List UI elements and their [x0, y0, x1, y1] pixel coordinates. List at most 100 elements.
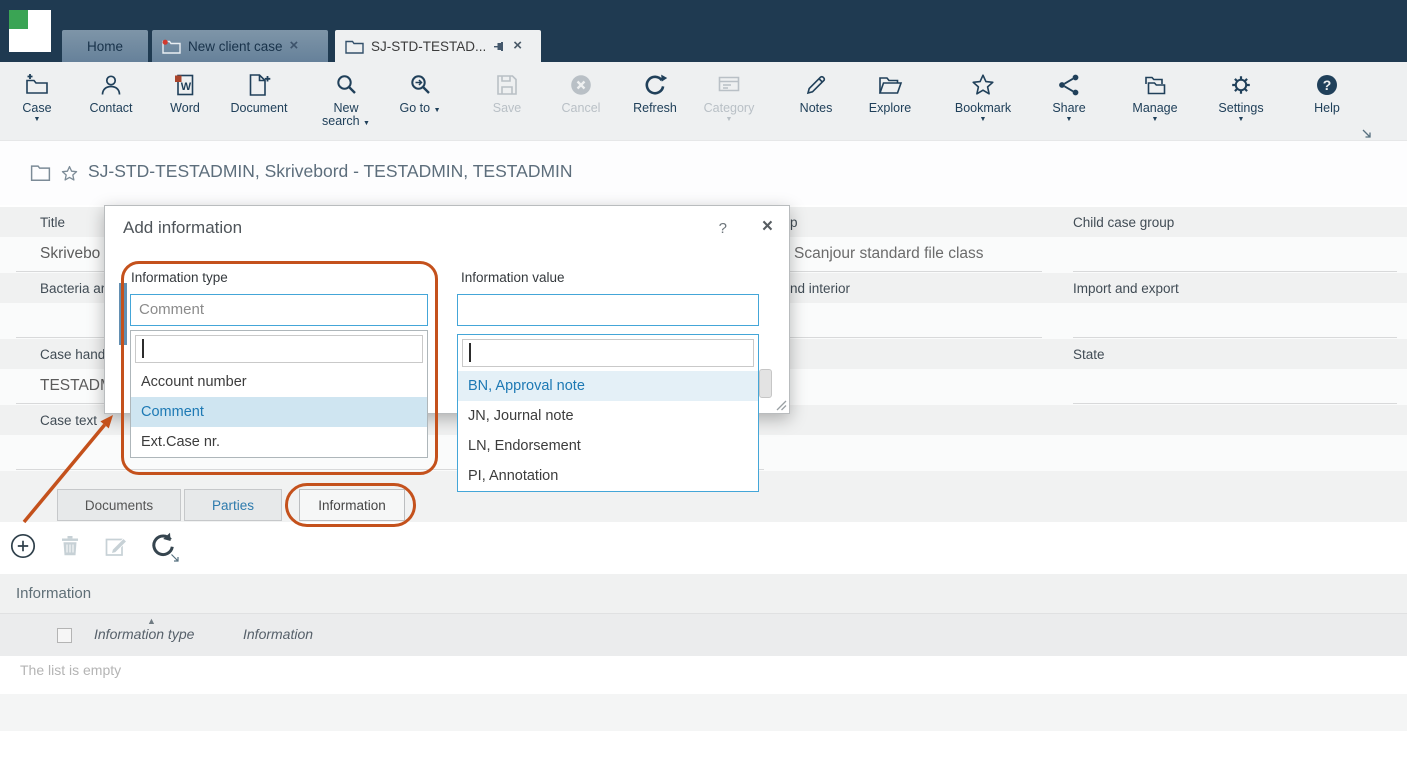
field-label-case-group: p	[790, 207, 798, 237]
ribbon-label: Refresh	[633, 102, 677, 115]
ribbon-button-category: Category ▼	[692, 71, 766, 124]
ribbon-label: Go to	[400, 101, 431, 115]
ribbon-label: Share	[1052, 102, 1085, 115]
ribbon-button-explore[interactable]: Explore	[853, 71, 927, 115]
chevron-down-icon: ▼	[363, 120, 370, 127]
ribbon-button-new-search[interactable]: New search ▼	[309, 71, 383, 130]
tab-home[interactable]: Home	[62, 30, 148, 62]
open-folder-icon	[877, 71, 903, 98]
dropdown-option-ext-case-nr[interactable]: Ext.Case nr.	[131, 427, 427, 457]
ribbon-button-refresh[interactable]: Refresh	[618, 71, 692, 115]
ribbon-button-share[interactable]: Share ▼	[1026, 71, 1112, 124]
tab-documents[interactable]: Documents	[57, 489, 181, 521]
ribbon-label: Word	[170, 102, 200, 115]
add-information-button[interactable]	[9, 532, 37, 560]
column-header-information[interactable]: Information	[243, 626, 313, 642]
information-type-combobox[interactable]: Comment	[130, 294, 428, 326]
favorite-star-icon[interactable]	[60, 165, 79, 183]
tab-information[interactable]: Information	[299, 489, 405, 521]
ribbon-label: Cancel	[562, 102, 601, 115]
tab-label: Information	[318, 498, 386, 513]
close-icon[interactable]: ×	[762, 216, 773, 238]
dropdown-option-comment[interactable]: Comment	[131, 397, 427, 427]
dropdown-option-bn-approval-note[interactable]: BN, Approval note	[458, 371, 758, 401]
pin-icon[interactable]	[493, 40, 506, 53]
text-cursor	[469, 343, 471, 362]
ribbon-button-notes[interactable]: Notes	[779, 71, 853, 115]
select-all-checkbox[interactable]	[57, 628, 72, 643]
dropdown-option-account-number[interactable]: Account number	[131, 367, 427, 397]
chevron-down-icon: ▼	[1152, 116, 1159, 124]
ribbon-label: Manage	[1132, 102, 1177, 115]
information-section-header: Information	[0, 574, 1407, 613]
svg-text:?: ?	[1323, 77, 1332, 93]
category-icon	[716, 71, 742, 98]
dropdown-search-input[interactable]	[462, 339, 754, 367]
field-value-case-handler[interactable]: TESTADM	[40, 369, 113, 405]
information-value-combobox[interactable]	[457, 294, 759, 326]
field-value-title[interactable]: Skrivebo	[40, 237, 100, 273]
information-value-dropdown: BN, Approval note JN, Journal note LN, E…	[457, 334, 759, 492]
column-header-information-type[interactable]: Information type	[94, 626, 194, 642]
information-type-dropdown: Account number Comment Ext.Case nr.	[130, 330, 428, 458]
dropdown-option-ln-endorsement[interactable]: LN, Endorsement	[458, 431, 758, 461]
ribbon-button-manage[interactable]: Manage ▼	[1112, 71, 1198, 124]
dropdown-option-jn-journal-note[interactable]: JN, Journal note	[458, 401, 758, 431]
field-underline	[790, 337, 1042, 338]
ribbon-label: Help	[1314, 102, 1340, 115]
tab-label: Home	[87, 39, 123, 54]
ribbon-label: Save	[493, 102, 522, 115]
ribbon-button-save: Save	[470, 71, 544, 115]
ribbon-button-settings[interactable]: Settings ▼	[1198, 71, 1284, 124]
ribbon-button-contact[interactable]: Contact	[74, 71, 148, 115]
case-header: SJ-STD-TESTADMIN, Skrivebord - TESTADMIN…	[0, 140, 1407, 205]
folder-icon	[345, 39, 364, 54]
resize-grip-icon[interactable]	[776, 400, 787, 411]
close-icon[interactable]: ×	[290, 39, 299, 53]
edit-pencil-icon	[103, 533, 129, 559]
field-underline	[1073, 337, 1397, 338]
chevron-down-icon: ▼	[34, 116, 41, 124]
share-icon	[1056, 71, 1082, 98]
ribbon-label: Explore	[869, 102, 911, 115]
field-underline	[1073, 271, 1397, 272]
blue-indicator-bar	[119, 283, 127, 345]
search-icon	[333, 71, 359, 98]
tab-parties[interactable]: Parties	[184, 489, 282, 521]
page-title: SJ-STD-TESTADMIN, Skrivebord - TESTADMIN…	[88, 161, 573, 182]
ribbon-button-go-to[interactable]: Go to ▼	[383, 71, 457, 117]
ribbon-label: New search	[322, 101, 360, 128]
scrollbar-thumb[interactable]	[759, 369, 772, 398]
go-to-search-icon	[407, 71, 433, 98]
tab-label: SJ-STD-TESTAD...	[371, 39, 486, 54]
field-value-file-class[interactable]: Scanjour standard file class	[794, 237, 984, 273]
information-type-label: Information type	[131, 270, 228, 285]
ribbon-button-bookmark[interactable]: Bookmark ▼	[940, 71, 1026, 124]
add-information-dialog: Add information ? × Information type Com…	[104, 205, 790, 414]
sort-ascending-icon: ▲	[147, 616, 156, 626]
dropdown-search-input[interactable]	[135, 335, 423, 363]
ribbon-label: Case	[22, 102, 51, 115]
close-icon[interactable]: ×	[513, 39, 522, 53]
ribbon-button-document[interactable]: Document	[222, 71, 296, 115]
ribbon-button-case[interactable]: Case ▼	[0, 71, 74, 124]
folder-icon	[30, 164, 51, 182]
dropdown-option-pi-annotation[interactable]: PI, Annotation	[458, 461, 758, 491]
dialog-title: Add information	[123, 218, 242, 238]
ribbon-label: Bookmark	[955, 102, 1011, 115]
tab-label: Parties	[212, 498, 254, 513]
ribbon-expand-grip-icon[interactable]	[1361, 128, 1372, 139]
refresh-options-grip-icon[interactable]	[170, 553, 180, 563]
tab-new-client-case[interactable]: New client case ×	[152, 30, 328, 62]
help-icon[interactable]: ?	[719, 220, 727, 237]
document-add-icon	[246, 71, 272, 98]
field-label-bacteria: Bacteria ar	[40, 273, 105, 303]
app-logo-mark	[9, 10, 28, 29]
list-column-header-row: ▲ Information type Information	[0, 613, 1407, 656]
save-floppy-icon	[494, 71, 520, 98]
ribbon-button-help[interactable]: ? Help	[1284, 71, 1370, 115]
ribbon-toolbar: Case ▼ Contact W Word Document New	[0, 62, 1407, 140]
ribbon-button-word[interactable]: W Word	[148, 71, 222, 115]
tab-case-active[interactable]: SJ-STD-TESTAD... ×	[335, 30, 541, 62]
section-title: Information	[16, 574, 91, 613]
